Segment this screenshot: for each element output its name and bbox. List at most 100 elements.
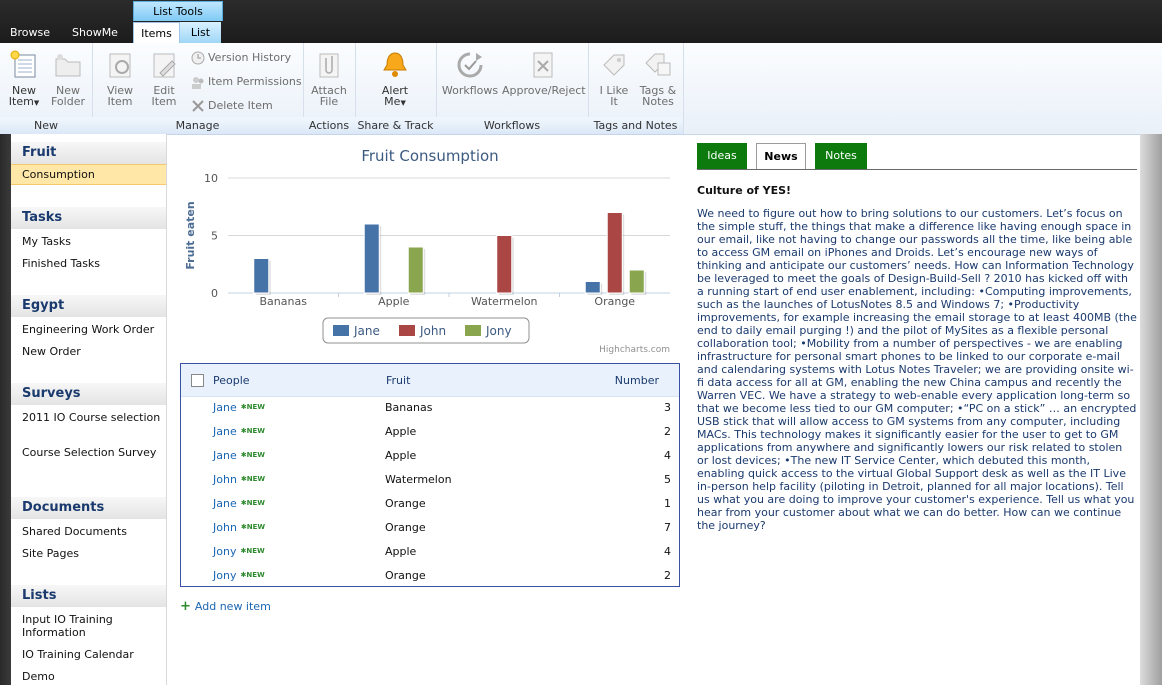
nav-item-shared-documents[interactable]: Shared Documents [22, 525, 162, 538]
nav-item-io-training-calendar[interactable]: IO Training Calendar [22, 648, 162, 661]
delete-icon [192, 100, 204, 112]
i-like-it-button[interactable]: I Like It [594, 49, 634, 107]
version-history-label: Version History [208, 51, 292, 64]
tab-browse[interactable]: Browse [0, 22, 60, 43]
tab-items[interactable]: Items [133, 22, 180, 44]
nav-heading-surveys[interactable]: Surveys [11, 383, 166, 405]
nav-item-finished-tasks[interactable]: Finished Tasks [22, 257, 162, 270]
table-row: John ✱NEW Orange 7 [181, 516, 679, 540]
new-item-label-2: Item [8, 95, 34, 108]
item-permissions-button[interactable]: Item Permissions [190, 73, 302, 93]
y-tick-label: 10 [204, 172, 218, 185]
nav-item-input-io-training[interactable]: Input IO Training Information [22, 613, 162, 639]
x-tick-label: Watermelon [471, 295, 538, 308]
y-tick-label: 0 [211, 287, 218, 300]
nav-heading-tasks[interactable]: Tasks [11, 207, 166, 229]
alert-me-button[interactable]: Alert Me▼ [375, 49, 415, 109]
view-item-button[interactable]: View Item [100, 49, 140, 107]
person-name: Jane [213, 401, 237, 414]
dropdown-arrow-icon: ▼ [400, 99, 406, 107]
legend-label: Jane [353, 324, 380, 338]
fruit-consumption-chart: Fruit Consumption 0 5 10 Fruit eaten Bananas… [180, 142, 680, 357]
new-item-icon [10, 50, 36, 78]
tags-notes-label-2: Notes [642, 95, 674, 108]
nav-item-engineering-work-order[interactable]: Engineering Work Order [22, 323, 162, 336]
new-badge: ✱NEW [240, 427, 265, 435]
x-tick-label: Orange [594, 295, 635, 308]
nav-item-consumption[interactable]: Consumption [11, 164, 166, 185]
tab-showme[interactable]: ShowMe [62, 22, 128, 43]
table-row: Jony ✱NEW Apple 4 [181, 540, 679, 564]
person-link[interactable]: John ✱NEW [213, 473, 265, 486]
person-link[interactable]: John ✱NEW [213, 521, 265, 534]
nav-item-io-course-selection[interactable]: 2011 IO Course selection [22, 411, 162, 424]
person-link[interactable]: Jony ✱NEW [213, 569, 265, 582]
top-tab-bar: List Tools Browse ShowMe Items List [0, 0, 1162, 44]
new-badge: ✱NEW [240, 403, 265, 411]
like-tag-icon [603, 54, 625, 76]
right-page-shade [1140, 134, 1162, 685]
person-name: Jane [213, 425, 237, 438]
nav-heading-lists[interactable]: Lists [11, 585, 166, 607]
person-link[interactable]: Jane ✱NEW [213, 401, 265, 414]
nav-heading-egypt[interactable]: Egypt [11, 295, 166, 317]
legend-swatch [399, 325, 415, 336]
approve-reject-button[interactable]: Approve/Reject [502, 49, 586, 97]
nav-item-site-pages[interactable]: Site Pages [22, 547, 162, 560]
person-link[interactable]: Jony ✱NEW [213, 545, 265, 558]
tab-list[interactable]: List [180, 22, 221, 43]
x-tick-label: Bananas [260, 295, 308, 308]
number-cell: 2 [664, 569, 671, 582]
column-header-people[interactable]: People [213, 374, 250, 387]
workflows-button[interactable]: Workflows [440, 49, 500, 96]
attach-file-button[interactable]: Attach File [309, 49, 349, 107]
version-history-button[interactable]: Version History [190, 49, 291, 69]
add-new-item-link[interactable]: + Add new item [180, 599, 271, 614]
approve-reject-label: Approve/Reject [502, 84, 586, 97]
person-link[interactable]: Jane ✱NEW [213, 425, 265, 438]
select-all-checkbox[interactable] [191, 374, 204, 387]
person-link[interactable]: Jane ✱NEW [213, 497, 265, 510]
edit-item-button[interactable]: Edit Item [144, 49, 184, 107]
chart-credits[interactable]: Highcharts.com [599, 345, 670, 355]
bar [584, 281, 601, 294]
column-header-number[interactable]: Number [615, 374, 659, 387]
dropdown-arrow-icon: ▼ [33, 99, 40, 107]
nav-item-demo[interactable]: Demo [22, 670, 162, 683]
number-cell: 7 [664, 521, 671, 534]
tab-ideas[interactable]: Ideas [697, 143, 747, 169]
add-icon: + [180, 599, 191, 614]
new-folder-button[interactable]: New Folder [48, 49, 88, 107]
nav-item-new-order[interactable]: New Order [22, 345, 162, 358]
i-like-it-label-2: It [610, 95, 618, 108]
nav-heading-documents[interactable]: Documents [11, 497, 166, 519]
nav-item-my-tasks[interactable]: My Tasks [22, 235, 162, 248]
number-cell: 5 [664, 473, 671, 486]
new-item-button[interactable]: New Item▼ [4, 49, 44, 109]
ribbon-group-share-track: Alert Me▼ Share & Track [355, 43, 437, 134]
tab-news[interactable]: News [756, 143, 806, 170]
person-link[interactable]: Jane ✱NEW [213, 449, 265, 462]
version-history-icon [191, 51, 205, 65]
new-badge: ✱NEW [240, 523, 266, 531]
fruit-cell: Apple [385, 449, 417, 462]
new-badge: ✱NEW [240, 475, 266, 483]
fruit-cell: Apple [385, 425, 417, 438]
person-name: Jony [213, 569, 237, 582]
list-view: People Fruit Number Jane ✱NEW Bananas 3 Jane… [180, 363, 680, 587]
fruit-cell: Orange [385, 497, 426, 510]
nav-heading-fruit[interactable]: Fruit [11, 142, 166, 164]
new-badge: ✱NEW [240, 451, 265, 459]
chart-plot: 0 5 10 Fruit eaten Bananas Apple Watermelon Ora… [184, 172, 670, 344]
delete-item-button[interactable]: Delete Item [190, 97, 273, 117]
ribbon-group-actions: Attach File Actions [303, 43, 356, 134]
nav-item-course-selection-survey[interactable]: Course Selection Survey [22, 446, 162, 459]
view-item-label-2: Item [107, 95, 133, 108]
edit-item-label-2: Item [151, 95, 177, 108]
tab-notes[interactable]: Notes [815, 143, 867, 169]
column-header-fruit[interactable]: Fruit [386, 374, 410, 387]
add-new-item-label: Add new item [194, 600, 271, 613]
ribbon-group-manage: View Item Edit Item Version History Item… [92, 43, 304, 134]
table-row: Jane ✱NEW Bananas 3 [181, 396, 679, 420]
tags-notes-button[interactable]: Tags & Notes [638, 49, 678, 107]
